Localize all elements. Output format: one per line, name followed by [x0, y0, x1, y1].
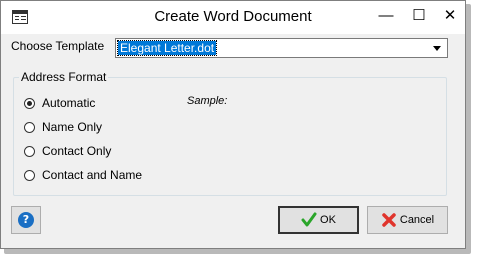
checkmark-icon [301, 212, 317, 227]
radio-unchecked-icon[interactable] [24, 169, 35, 181]
address-format-legend: Address Format [21, 70, 107, 84]
template-selected-value: Elegant Letter.dot [116, 40, 218, 56]
cancel-label: Cancel [399, 214, 435, 226]
choose-template-label: Choose Template [11, 39, 105, 53]
dialog-body: Choose Template Elegant Letter.dot Addre… [1, 34, 465, 248]
radio-unchecked-icon[interactable] [24, 145, 35, 157]
template-dropdown[interactable]: Elegant Letter.dot [115, 38, 448, 58]
cancel-x-icon [382, 213, 396, 227]
radio-unchecked-icon[interactable] [24, 121, 35, 133]
dropdown-arrow-icon[interactable] [429, 41, 445, 55]
dialog-window: Create Word Document — ☐ ✕ Choose Templa… [0, 0, 466, 249]
radio-contact-and-name[interactable]: Contact and Name [24, 168, 142, 182]
radio-checked-icon[interactable] [24, 97, 35, 109]
ok-label: OK [320, 214, 336, 226]
cancel-button[interactable]: Cancel [367, 206, 448, 234]
radio-contact-only[interactable]: Contact Only [24, 144, 111, 158]
maximize-button[interactable]: ☐ [406, 5, 432, 27]
help-icon: ? [18, 212, 34, 228]
title-bar[interactable]: Create Word Document — ☐ ✕ [1, 1, 465, 34]
radio-label: Automatic [42, 96, 96, 110]
minimize-button[interactable]: — [373, 5, 399, 27]
radio-name-only[interactable]: Name Only [24, 120, 102, 134]
radio-automatic[interactable]: Automatic [24, 96, 95, 110]
ok-button[interactable]: OK [278, 206, 359, 234]
radio-label: Name Only [42, 120, 103, 134]
radio-label: Contact and Name [42, 168, 143, 182]
sample-label: Sample: [187, 95, 228, 107]
help-button[interactable]: ? [11, 206, 41, 234]
radio-label: Contact Only [42, 144, 112, 158]
close-button[interactable]: ✕ [437, 5, 463, 27]
